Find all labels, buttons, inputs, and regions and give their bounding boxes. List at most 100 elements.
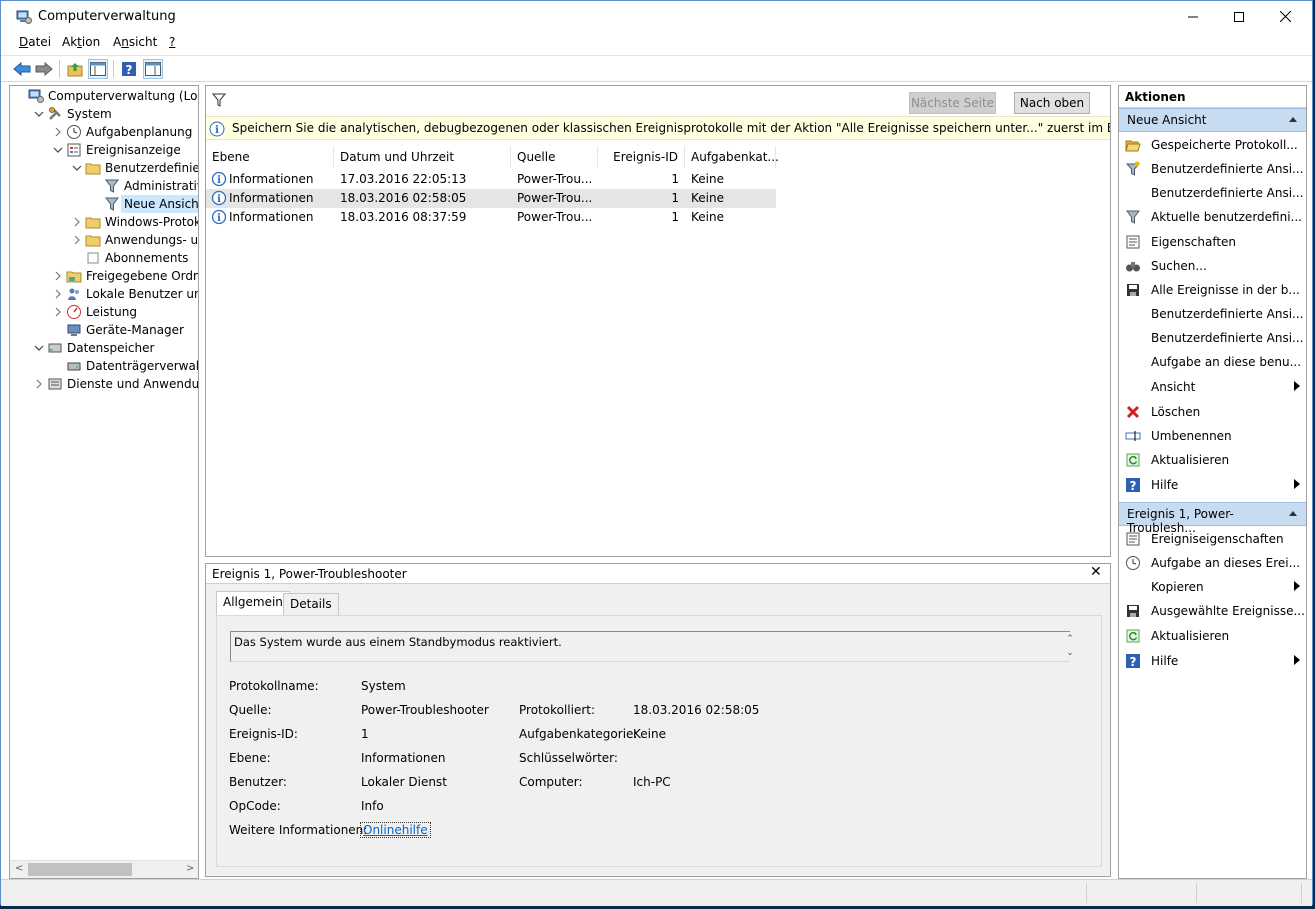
chevron-right-icon[interactable] [72, 235, 82, 245]
tree-item[interactable]: Freigegebene Ordner [10, 267, 198, 285]
action-item[interactable]: Aufgabe an diese benu... [1119, 350, 1306, 374]
menu-help[interactable]: ? [169, 35, 175, 49]
action-item[interactable]: Aktuelle benutzerdefini... [1119, 205, 1306, 229]
col-header-aufgabenkategorie[interactable]: Aufgabenkat... [685, 146, 779, 168]
chevron-right-icon[interactable]: > [186, 863, 194, 874]
tree-item[interactable]: Anwendungs- und D [10, 231, 198, 249]
show-hide-tree-button[interactable] [88, 59, 108, 79]
back-button[interactable] [12, 59, 32, 79]
help-icon: ? [1125, 477, 1141, 493]
tab-details[interactable]: Details [283, 593, 339, 616]
action-item[interactable]: Kopieren [1119, 575, 1306, 599]
event-grid-header: Ebene Datum und Uhrzeit Quelle Ereignis-… [206, 146, 1110, 168]
tree-item[interactable]: Dienste und Anwendungen [10, 375, 198, 393]
action-item[interactable]: Eigenschaften [1119, 230, 1306, 254]
tree-item[interactable]: Datenträgerverwaltung [10, 357, 198, 375]
tree-item[interactable]: Administrative E [10, 177, 198, 195]
actions-title: Aktionen [1119, 86, 1306, 108]
tree-item[interactable]: Geräte-Manager [10, 321, 198, 339]
chevron-down-icon[interactable]: ⌄ [1064, 646, 1076, 660]
tree-item[interactable]: System [10, 105, 198, 123]
col-header-datum[interactable]: Datum und Uhrzeit [334, 146, 511, 168]
action-item[interactable]: Aktualisieren [1119, 448, 1306, 472]
action-item[interactable]: Suchen... [1119, 254, 1306, 278]
event-description-box[interactable]: Das System wurde aus einem Standbymodus … [230, 631, 1074, 662]
action-item[interactable]: Umbenennen [1119, 424, 1306, 448]
tree-item[interactable]: Leistung [10, 303, 198, 321]
tree-item[interactable]: Aufgabenplanung [10, 123, 198, 141]
menu-ansicht[interactable]: Ansicht [113, 35, 157, 49]
minimize-icon [1188, 16, 1198, 17]
chevron-down-icon[interactable] [53, 145, 63, 155]
detail-close-icon[interactable]: ✕ [1090, 564, 1102, 580]
forward-button[interactable] [34, 59, 54, 79]
scrollbar-thumb[interactable] [28, 863, 132, 876]
collapse-up-icon[interactable] [1288, 115, 1298, 123]
action-item[interactable]: Ausgewählte Ereignisse... [1119, 599, 1306, 623]
to-top-button[interactable]: Nach oben [1014, 92, 1090, 114]
description-scrollbar[interactable]: ⌃ ⌄ [1064, 632, 1076, 661]
chevron-right-icon[interactable] [72, 217, 82, 227]
action-item[interactable]: Gespeicherte Protokoll... [1119, 133, 1306, 157]
chevron-right-icon[interactable] [34, 379, 44, 389]
online-help-link[interactable]: Onlinehilfe [360, 822, 431, 838]
tree-item[interactable]: Abonnements [10, 249, 198, 267]
tree-item[interactable]: Windows-Protokolle [10, 213, 198, 231]
chevron-right-icon[interactable] [53, 307, 63, 317]
event-row[interactable]: i Informationen 18.03.2016 02:58:05 Power-T… [206, 189, 776, 208]
chevron-up-icon[interactable]: ⌃ [1064, 632, 1076, 646]
label-protokolliert: Protokolliert: [519, 703, 596, 717]
action-item[interactable]: Benutzerdefinierte Ansi... [1119, 326, 1306, 350]
event-row[interactable]: i Informationen 18.03.2016 08:37:59 Power-T… [206, 208, 776, 227]
chevron-right-icon[interactable] [53, 271, 63, 281]
action-item-label: Aktualisieren [1151, 629, 1230, 643]
tree-item[interactable]: Benutzerdefinierte A [10, 159, 198, 177]
tree-item[interactable]: Lokale Benutzer und Gr [10, 285, 198, 303]
tree-item[interactable]: Ereignisanzeige [10, 141, 198, 159]
action-item[interactable]: Aktualisieren [1119, 624, 1306, 648]
tree-item-label: Benutzerdefinierte A [105, 161, 199, 175]
action-section-header[interactable]: Ereignis 1, Power-Troublesh... [1119, 502, 1306, 535]
chevron-left-icon[interactable]: < [15, 863, 23, 874]
tree-item-label: Abonnements [105, 251, 189, 265]
action-item[interactable]: ? Hilfe [1119, 473, 1306, 497]
action-item[interactable]: Aufgabe an dieses Erei... [1119, 551, 1306, 575]
menu-aktion[interactable]: Aktion [62, 35, 100, 49]
tab-allgemein[interactable]: Allgemein [216, 591, 290, 616]
action-section-header[interactable]: Neue Ansicht [1119, 108, 1306, 132]
col-header-ebene[interactable]: Ebene [206, 146, 334, 168]
tree-item[interactable]: Neue Ansicht [10, 195, 198, 213]
action-item[interactable]: Benutzerdefinierte Ansi... [1119, 157, 1306, 181]
menu-datei[interactable]: Datei [19, 35, 51, 49]
action-item[interactable]: Ansicht [1119, 375, 1306, 399]
action-item[interactable]: Benutzerdefinierte Ansi... [1119, 302, 1306, 326]
up-folder-button[interactable] [65, 59, 85, 79]
console-tree[interactable]: Computerverwaltung (Lokal) System Aufgaben… [9, 85, 199, 879]
chevron-right-icon[interactable] [53, 127, 63, 137]
event-row[interactable]: i Informationen 17.03.2016 22:05:13 Power-T… [206, 170, 776, 189]
minimize-button[interactable] [1170, 1, 1216, 32]
col-header-quelle[interactable]: Quelle [511, 146, 598, 168]
action-item[interactable]: Löschen [1119, 400, 1306, 424]
tree-item[interactable]: Datenspeicher [10, 339, 198, 357]
action-item[interactable]: Ereigniseigenschaften [1119, 527, 1306, 551]
maximize-button[interactable] [1216, 1, 1262, 32]
chevron-right-icon[interactable] [53, 289, 63, 299]
tree-item[interactable]: Computerverwaltung (Lokal) [10, 87, 198, 105]
tree-horizontal-scrollbar[interactable]: < > [10, 860, 198, 878]
help-button[interactable]: ? [119, 59, 139, 79]
action-item[interactable]: ? Hilfe [1119, 649, 1306, 673]
tree-item-label: Windows-Protokolle [105, 215, 198, 229]
chevron-down-icon[interactable] [72, 163, 82, 173]
show-hide-action-pane-button[interactable] [143, 59, 163, 79]
next-page-button[interactable]: Nächste Seite [909, 92, 996, 114]
col-header-ereignis-id[interactable]: Ereignis-ID [598, 146, 685, 168]
close-button[interactable] [1262, 1, 1308, 32]
chevron-down-icon[interactable] [34, 343, 44, 353]
collapse-up-icon[interactable] [1288, 509, 1298, 517]
menu-bar: Datei Aktion Ansicht ? [1, 32, 1312, 54]
chevron-down-icon[interactable] [34, 109, 44, 119]
action-item[interactable]: Alle Ereignisse in der b... [1119, 278, 1306, 302]
performance-icon [66, 304, 82, 320]
action-item[interactable]: Benutzerdefinierte Ansi... [1119, 181, 1306, 205]
